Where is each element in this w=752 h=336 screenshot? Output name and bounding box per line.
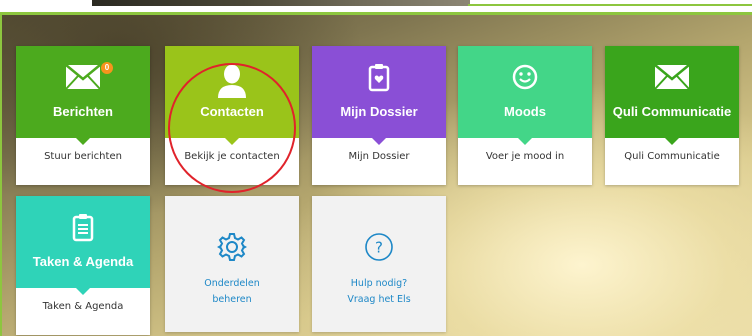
person-icon <box>165 64 299 98</box>
svg-text:?: ? <box>375 239 383 257</box>
tile-subtitle: Bekijk je contacten <box>184 151 280 162</box>
tile-berichten-header: 0 Berichten <box>16 46 150 145</box>
tile-taken-agenda-header: Taken & Agenda <box>16 196 150 295</box>
tile-title: Berichten <box>53 104 113 119</box>
tile-contacten-header: Contacten <box>165 46 299 145</box>
tile-moods-header: Moods <box>458 46 592 145</box>
unread-badge: 0 <box>101 62 113 74</box>
help-icon: ? <box>312 232 446 262</box>
label-line-2: beheren <box>212 294 252 305</box>
tile-title: Taken & Agenda <box>32 254 134 269</box>
label-line-1: Onderdelen <box>204 278 260 289</box>
dashboard-stage: 0 Berichten Stuur berichten Contacten Be… <box>0 12 752 336</box>
tile-subtitle: Mijn Dossier <box>348 151 410 162</box>
header-accent-line <box>468 4 752 6</box>
onderdelen-beheren-label: Onderdelen beheren <box>165 276 299 308</box>
tile-title: Mijn Dossier <box>340 104 418 119</box>
notch <box>76 288 90 295</box>
notch <box>225 138 239 145</box>
header-photo <box>92 0 470 6</box>
tile-title: Quli Communicatie <box>612 104 732 119</box>
notch <box>665 138 679 145</box>
notch <box>518 138 532 145</box>
tile-title: Moods <box>504 104 546 119</box>
tile-berichten[interactable]: 0 Berichten Stuur berichten <box>16 46 150 185</box>
tile-onderdelen-beheren[interactable]: Onderdelen beheren <box>165 196 299 332</box>
smiley-icon <box>458 64 592 90</box>
tile-moods[interactable]: Moods Voer je mood in <box>458 46 592 185</box>
tile-contacten[interactable]: Contacten Bekijk je contacten <box>165 46 299 185</box>
label-line-1: Hulp nodig? <box>350 278 408 289</box>
tile-subtitle: Stuur berichten <box>44 151 122 162</box>
tile-subtitle: Quli Communicatie <box>624 151 720 162</box>
tile-hulp-nodig[interactable]: ? Hulp nodig? Vraag het Els <box>312 196 446 332</box>
tile-subtitle: Voer je mood in <box>485 151 565 162</box>
tile-mijn-dossier[interactable]: Mijn Dossier Mijn Dossier <box>312 46 446 185</box>
dossier-icon <box>312 64 446 92</box>
envelope-icon <box>16 64 150 90</box>
clipboard-icon <box>16 214 150 242</box>
tile-mijn-dossier-header: Mijn Dossier <box>312 46 446 145</box>
notch <box>372 138 386 145</box>
tile-subtitle: Taken & Agenda <box>42 301 124 312</box>
hulp-nodig-label: Hulp nodig? Vraag het Els <box>312 276 446 308</box>
envelope-icon <box>605 64 739 90</box>
notch <box>76 138 90 145</box>
tile-quli-communicatie[interactable]: Quli Communicatie Quli Communicatie <box>605 46 739 185</box>
label-line-2: Vraag het Els <box>347 294 411 305</box>
tile-quli-communicatie-header: Quli Communicatie <box>605 46 739 145</box>
tile-taken-agenda[interactable]: Taken & Agenda Taken & Agenda <box>16 196 150 335</box>
gear-icon <box>165 232 299 262</box>
tile-title: Contacten <box>200 104 264 119</box>
